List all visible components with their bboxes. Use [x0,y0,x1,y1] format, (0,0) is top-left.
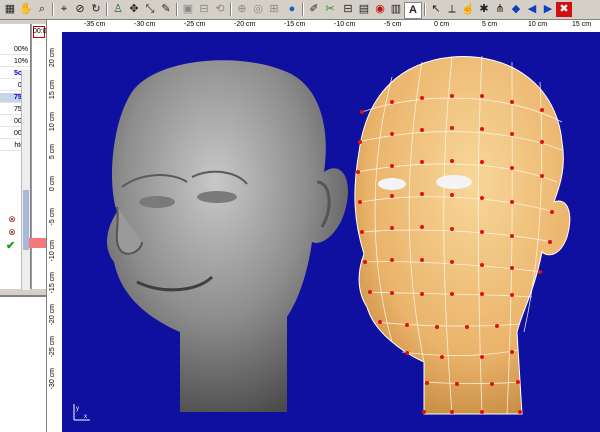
cut-icon[interactable]: ✂ [322,2,338,17]
axis-y-label: y [76,406,79,412]
axis-x-label: x [84,414,87,420]
ruler-label: -20 cm [49,304,56,326]
refresh-icon[interactable]: ↻ [88,2,104,17]
axis-gizmo: y x [73,404,90,421]
ruler-label: 0 cm [49,176,56,192]
fit-icon[interactable]: ⌖ [56,2,72,17]
text-button[interactable]: A [404,2,422,19]
shaded-head-model[interactable] [106,60,348,412]
ruler-label: -5 cm [49,208,56,226]
chart-icon[interactable]: ▥ [388,2,404,17]
brush-icon[interactable]: ✎ [158,2,174,17]
ruler-label: -25 cm [184,21,206,28]
undo-icon[interactable]: ◀ [524,2,540,17]
ruler-label: 10 cm [528,21,548,28]
locked-icon[interactable]: ⊗ [7,214,17,224]
hand2-icon[interactable]: ☝ [460,2,476,17]
ruler-label: 10 cm [49,112,56,132]
check-icon[interactable]: ✔ [6,239,15,252]
vertical-ruler: 20 cm 15 cm 10 cm 5 cm 0 cm -5 cm -10 cm… [46,20,63,432]
zoom-out-icon[interactable]: ⊘ [72,2,88,17]
render-icon[interactable]: ▤ [356,2,372,17]
target-icon[interactable]: ⊕ [234,2,250,17]
grid-icon[interactable]: ▦ [2,2,18,17]
ruler-label: 5 cm [49,144,56,160]
bone-icon[interactable]: ⟂ [444,2,460,17]
figure-icon[interactable]: ♙ [110,2,126,17]
arrow-icon[interactable]: ↖ [428,2,444,17]
side-panel: 00% 10% 5cm 0% 75% 75% 00% 00% hten ⊗ ⊗ … [0,20,47,432]
zoom-list: 00% 10% 5cm 0% 75% 75% 00% 00% hten ⊗ ⊗ … [0,24,31,290]
ruler-label: -15 cm [49,272,56,294]
wireframe-head-model[interactable] [354,55,571,415]
align-icon[interactable]: ⊟ [340,2,356,17]
ruler-label: -10 cm [334,21,356,28]
star-icon[interactable]: ✱ [476,2,492,17]
fill-icon[interactable]: ◆ [508,2,524,17]
close-icon[interactable]: ✖ [556,2,572,17]
ruler-label: 15 cm [49,80,56,100]
ruler-label: 15 cm [572,21,592,28]
zoom-item[interactable]: 10% [0,57,30,67]
ruler-label: 0 cm [434,21,450,28]
lock-icon[interactable]: ⊟ [196,2,212,17]
ruler-label: 5 cm [482,21,498,28]
move-icon[interactable]: ✥ [126,2,142,17]
pen-icon[interactable]: ✐ [306,2,322,17]
zoom-icon[interactable]: ⌕ [34,2,50,17]
ruler-label: -35 cm [84,21,106,28]
sphere-icon[interactable]: ◉ [372,2,388,17]
ruler-label: 20 cm [49,48,56,68]
hand-icon[interactable]: ✋ [18,2,34,17]
rotate-icon[interactable]: ⟲ [212,2,228,17]
timeline-marker [29,238,46,248]
ruler-label: -25 cm [49,336,56,358]
ruler-label: -10 cm [49,240,56,262]
viewport-canvas [106,55,571,415]
rake-icon[interactable]: ⋔ [492,2,508,17]
ruler-label: -30 cm [49,368,56,390]
3d-viewport[interactable]: y x [62,32,600,432]
rect-icon[interactable]: ⊞ [266,2,282,17]
ruler-label: -15 cm [284,21,306,28]
redo-icon[interactable]: ▶ [540,2,556,17]
scale-icon[interactable]: ⤡ [142,2,158,17]
main-toolbar: ▦ ✋ ⌕ ⌖ ⊘ ↻ ♙ ✥ ⤡ ✎ ▣ ⊟ ⟲ ⊕ ◎ ⊞ ● ✐ ✂ ⊟ … [0,0,600,20]
circle-icon[interactable]: ◎ [250,2,266,17]
ruler-label: -5 cm [384,21,402,28]
locked-icon[interactable]: ⊗ [7,227,17,237]
scrollbar[interactable] [21,70,30,290]
panel-lower [0,295,46,432]
globe-icon[interactable]: ● [284,2,300,17]
zoom-item[interactable]: 00% [0,45,30,55]
panel-ruler [31,24,46,289]
ruler-label: -20 cm [234,21,256,28]
ruler-label: -30 cm [134,21,156,28]
ruler-label: 00:0 [33,28,47,35]
save-icon[interactable]: ▣ [180,2,196,17]
